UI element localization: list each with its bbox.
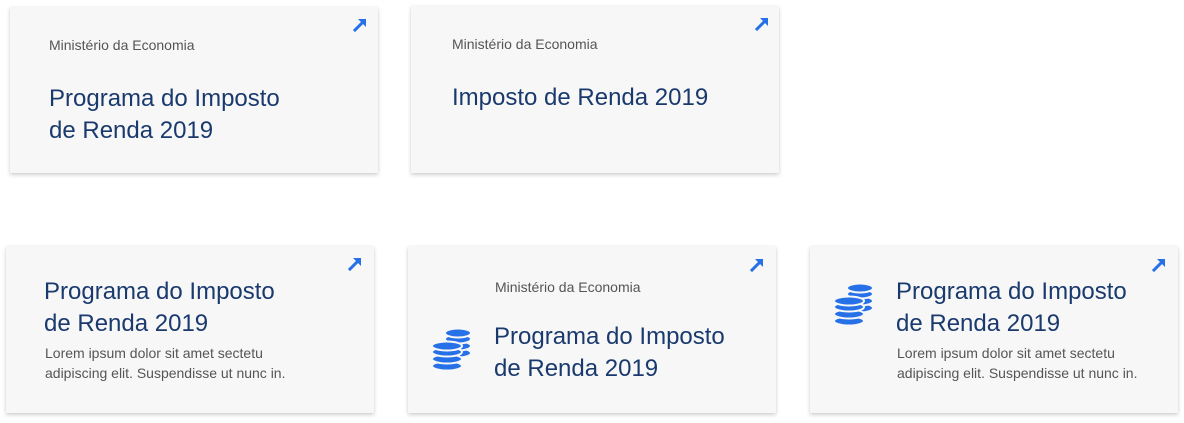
card-description-line: Lorem ipsum dolor sit amet sectetu <box>897 345 1115 361</box>
card-description: Lorem ipsum dolor sit amet sectetu adipi… <box>45 343 285 383</box>
arrow-up-right-icon <box>749 257 765 273</box>
card-organization: Ministério da Economia <box>495 279 641 295</box>
card-title-line: de Renda 2019 <box>49 117 214 144</box>
arrow-up-right-icon <box>352 17 368 33</box>
card-programa-imposto-renda-descricao[interactable]: Programa do Imposto de Renda 2019 Lorem … <box>6 246 374 413</box>
card-title-line: Programa do Imposto <box>49 85 280 112</box>
card-title-line: de Renda 2019 <box>896 310 1061 337</box>
coins-icon <box>832 282 876 326</box>
card-organization: Ministério da Economia <box>49 37 195 53</box>
card-description-line: Lorem ipsum dolor sit amet sectetu <box>45 345 263 361</box>
card-imposto-renda[interactable]: Ministério da Economia Imposto de Renda … <box>411 6 779 173</box>
card-description: Lorem ipsum dolor sit amet sectetu adipi… <box>897 343 1137 383</box>
card-title: Programa do Imposto de Renda 2019 <box>494 321 725 385</box>
arrow-up-right-icon <box>754 16 770 32</box>
card-organization: Ministério da Economia <box>452 36 598 52</box>
card-programa-imposto-renda-icone-descricao[interactable]: Programa do Imposto de Renda 2019 Lorem … <box>810 246 1178 413</box>
card-title: Programa do Imposto de Renda 2019 <box>49 83 280 147</box>
arrow-up-right-icon <box>347 256 363 272</box>
card-description-line: adipiscing elit. Suspendisse ut nunc in. <box>897 365 1138 381</box>
card-title-line: Imposto de Renda 2019 <box>452 84 709 111</box>
card-title-line: Programa do Imposto <box>896 278 1127 305</box>
card-title: Programa do Imposto de Renda 2019 <box>44 276 275 340</box>
card-description-line: adipiscing elit. Suspendisse ut nunc in. <box>45 365 286 381</box>
coins-icon <box>430 327 474 371</box>
card-title: Imposto de Renda 2019 <box>452 82 708 114</box>
card-programa-imposto-renda-icone[interactable]: Ministério da Economia Programa do Impos… <box>408 246 776 413</box>
card-title-line: Programa do Imposto <box>44 278 275 305</box>
card-title-line: de Renda 2019 <box>44 310 209 337</box>
card-programa-imposto-renda[interactable]: Ministério da Economia Programa do Impos… <box>10 7 378 173</box>
card-title-line: de Renda 2019 <box>494 355 659 382</box>
card-title-line: Programa do Imposto <box>494 323 725 350</box>
arrow-up-right-icon <box>1151 257 1167 273</box>
card-title: Programa do Imposto de Renda 2019 <box>896 276 1127 340</box>
